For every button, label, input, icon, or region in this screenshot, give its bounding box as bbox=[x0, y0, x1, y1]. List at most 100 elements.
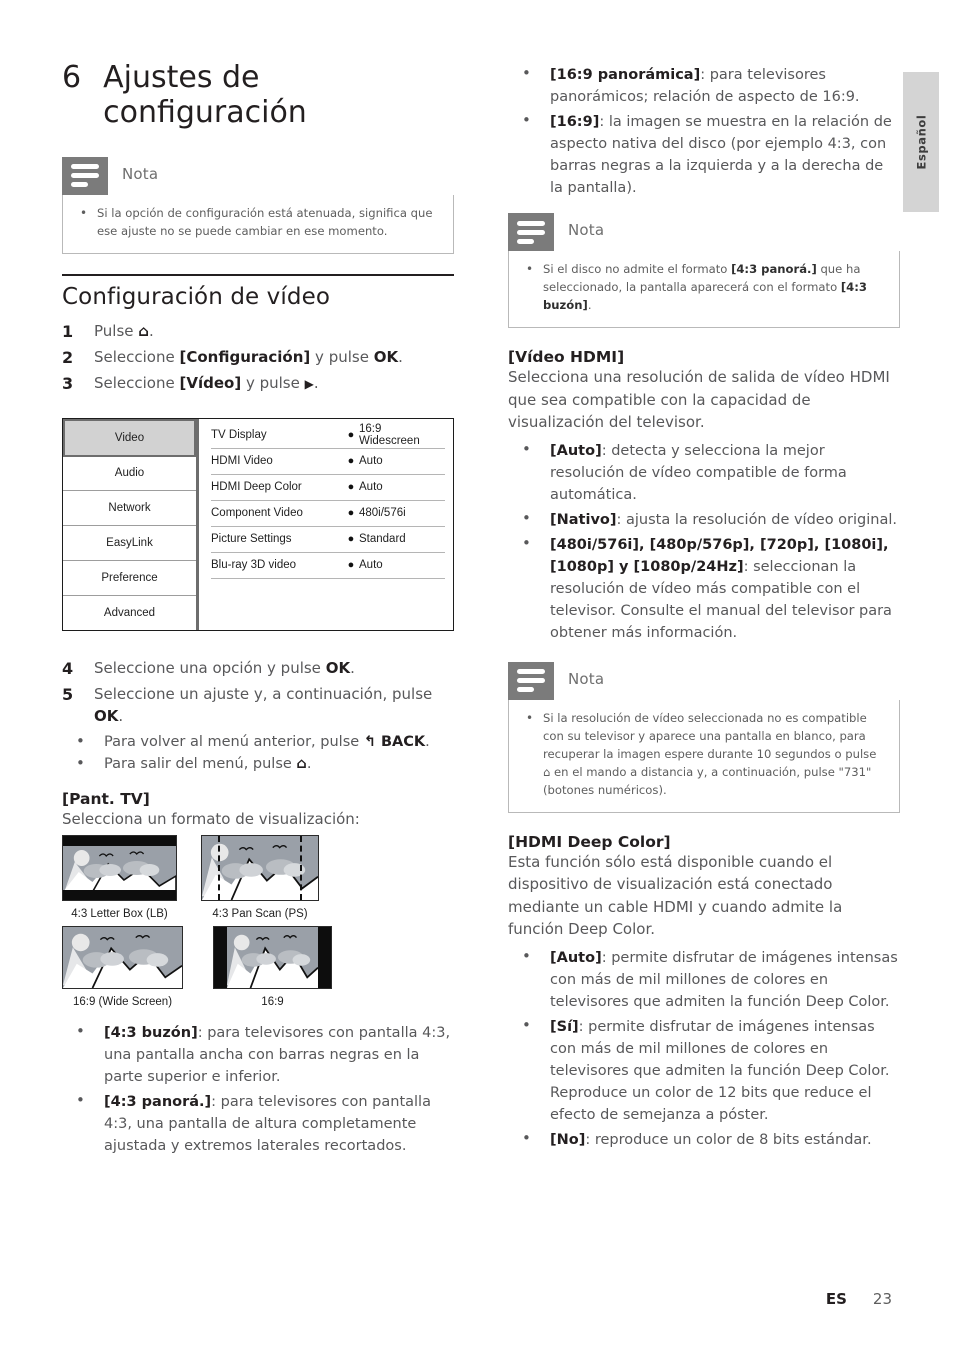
menu-row-tv-display[interactable]: TV Display ● 16:9 Widescreen bbox=[211, 423, 445, 449]
menu-sidebar-item-advanced[interactable]: Advanced bbox=[63, 595, 196, 630]
figure-caption: 16:9 (Wide Screen) bbox=[72, 995, 173, 1008]
step-text-bold: [Vídeo] bbox=[179, 373, 242, 392]
step-text-pre: Pulse bbox=[94, 321, 139, 340]
hdmi-deep-color-intro: Esta función sólo está disponible cuando… bbox=[508, 852, 843, 939]
device-menu-screenshot: Video Audio Network EasyLink Preference … bbox=[62, 417, 454, 631]
bullet-term: [4:3 buzón] bbox=[104, 1024, 198, 1041]
step-4: 4 Seleccione una opción y pulse OK. bbox=[62, 657, 454, 681]
bullet-hdmi-auto: [Auto]: detecta y selecciona la mejor re… bbox=[508, 438, 900, 506]
left-column: 6 Ajustes de configuración Nota Si la op… bbox=[62, 60, 454, 1160]
note-box-3: Nota Si la resolución de vídeo seleccion… bbox=[508, 661, 900, 813]
substep-text-pre: Para salir del menú, pulse bbox=[104, 756, 297, 773]
crop-line-left bbox=[218, 835, 220, 900]
note-box-2: Nota Si el disco no admite el formato [4… bbox=[508, 213, 900, 329]
right-column: [16:9 panorámica]: para televisores pano… bbox=[508, 60, 900, 1154]
substep-back: Para volver al menú anterior, pulse ↰ BA… bbox=[62, 730, 454, 754]
note-item: Si la resolución de vídeo seleccionada n… bbox=[523, 709, 885, 800]
chapter-number: 6 bbox=[62, 60, 82, 95]
note-icon bbox=[508, 213, 554, 252]
note-header: Nota bbox=[508, 661, 900, 700]
note-header: Nota bbox=[62, 156, 454, 195]
tv-display-bullets-right: [16:9 panorámica]: para televisores pano… bbox=[508, 62, 900, 199]
menu-row-component-video[interactable]: Component Video ● 480i/576i bbox=[211, 501, 445, 527]
menu-sidebar-item-network[interactable]: Network bbox=[63, 491, 196, 527]
figure-caption: 4:3 Letter Box (LB) bbox=[71, 907, 168, 920]
step-text-pre: Seleccione un ajuste y, a continuación, … bbox=[94, 684, 433, 703]
note-label: Nota bbox=[122, 164, 159, 183]
menu-row-picture-settings[interactable]: Picture Settings ● Standard bbox=[211, 527, 445, 553]
menu-sidebar-item-preference[interactable]: Preference bbox=[63, 561, 196, 596]
figure-pillarbox: 16:9 bbox=[213, 925, 332, 1008]
chapter-title: Ajustes de configuración bbox=[103, 60, 307, 131]
step-2: 2 Seleccione [Configuración] y pulse OK. bbox=[62, 346, 454, 370]
section-heading-video: Configuración de vídeo bbox=[62, 283, 331, 310]
tv-display-bullets-left: [4:3 buzón]: para televisores con pantal… bbox=[62, 1020, 454, 1157]
note-box-1: Nota Si la opción de configuración está … bbox=[62, 156, 454, 254]
steps-list-2: 4 Seleccione una opción y pulse OK. 5 Se… bbox=[62, 657, 454, 728]
footer-locale: ES bbox=[825, 1290, 847, 1308]
step-text-bold: [Configuración] bbox=[179, 347, 311, 366]
step-text-bold: OK bbox=[94, 707, 119, 726]
step-number: 5 bbox=[62, 684, 74, 704]
menu-row-label: HDMI Video bbox=[211, 455, 273, 468]
step-text: Seleccione una opción y pulse OK. bbox=[94, 657, 454, 681]
chapter-heading: 6 Ajustes de configuración bbox=[62, 60, 454, 131]
bullet-term: [No] bbox=[550, 1131, 586, 1148]
step-number: 1 bbox=[62, 321, 74, 341]
hdmi-video-intro: Selecciona una resolución de salida de v… bbox=[508, 368, 890, 432]
menu-row-value: 480i/576i bbox=[359, 507, 406, 520]
bullet-deep-si: [Sí]: permite disfrutar de imágenes inte… bbox=[508, 1014, 900, 1126]
figure-widescreen-image bbox=[62, 925, 183, 989]
note-label: Nota bbox=[568, 669, 605, 688]
figure-row-2: 16:9 (Wide Screen) 16:9 bbox=[62, 925, 454, 1008]
menu-row-label: TV Display bbox=[211, 429, 267, 442]
substep-text-bold: BACK bbox=[380, 733, 426, 750]
figure-caption: 4:3 Pan Scan (PS) bbox=[212, 907, 308, 920]
step-text-post: . bbox=[149, 321, 154, 340]
play-right-icon: ▶ bbox=[304, 376, 314, 391]
bullet-text: : ajusta la resolución de vídeo original… bbox=[616, 511, 898, 528]
language-tab-label: Español bbox=[914, 114, 928, 170]
hdmi-deep-color-bullets: [Auto]: permite disfrutar de imágenes in… bbox=[508, 945, 900, 1151]
note-body: Si la resolución de vídeo seleccionada n… bbox=[508, 699, 900, 813]
menu-row-value: Standard bbox=[359, 533, 406, 546]
bullet-hdmi-resolutions: [480i/576i], [480p/576p], [720p], [1080i… bbox=[508, 532, 900, 644]
menu-row-value: Auto bbox=[359, 455, 383, 468]
menu-row-hdmi-deep-color[interactable]: HDMI Deep Color ● Auto bbox=[211, 475, 445, 501]
menu-sidebar-item-audio[interactable]: Audio bbox=[63, 456, 196, 492]
manual-page: 6 Ajustes de configuración Nota Si la op… bbox=[0, 0, 954, 1350]
step-text-pre: Seleccione bbox=[94, 373, 180, 392]
bullet-text: : reproduce un color de 8 bits estándar. bbox=[585, 1131, 872, 1148]
note-header: Nota bbox=[508, 213, 900, 252]
bullet-16-9: [16:9]: la imagen se muestra en la relac… bbox=[508, 109, 900, 199]
note-item: Si la opción de configuración está atenu… bbox=[77, 204, 439, 241]
subheading-hdmi-deep-color: [HDMI Deep Color] bbox=[508, 832, 671, 851]
bullet-term: [4:3 panorá.] bbox=[104, 1093, 212, 1110]
hdmi-video-bullets: [Auto]: detecta y selecciona la mejor re… bbox=[508, 438, 900, 644]
step-5: 5 Seleccione un ajuste y, a continuación… bbox=[62, 683, 454, 728]
bullet-deep-no: [No]: reproduce un color de 8 bits están… bbox=[508, 1127, 900, 1151]
bullet-hdmi-native: [Nativo]: ajusta la resolución de vídeo … bbox=[508, 507, 900, 531]
bullet-deep-auto: [Auto]: permite disfrutar de imágenes in… bbox=[508, 945, 900, 1013]
radio-selected-icon: ● bbox=[347, 507, 355, 520]
menu-row-hdmi-video[interactable]: HDMI Video ● Auto bbox=[211, 449, 445, 475]
step-text-post: . bbox=[398, 347, 403, 366]
subheading-tv-display: [Pant. TV] bbox=[62, 790, 150, 809]
bullet-term: [Sí] bbox=[550, 1018, 579, 1035]
menu-row-value: Auto bbox=[359, 559, 383, 572]
step-text-mid: y pulse bbox=[241, 373, 305, 392]
menu-sidebar-item-easylink[interactable]: EasyLink bbox=[63, 526, 196, 562]
menu-sidebar-item-video[interactable]: Video bbox=[63, 418, 196, 457]
note-term-1: [4:3 panorá.] bbox=[731, 262, 817, 277]
menu-row-label: Component Video bbox=[211, 507, 303, 520]
menu-row-bluray-3d-video[interactable]: Blu-ray 3D video ● Auto bbox=[211, 553, 445, 579]
step-text-pre: Seleccione una opción y pulse bbox=[94, 658, 326, 677]
menu-sidebar: Video Audio Network EasyLink Preference … bbox=[63, 418, 199, 630]
tv-display-intro: Selecciona un formato de visualización: bbox=[62, 810, 360, 829]
menu-settings-list: TV Display ● 16:9 Widescreen HDMI Video … bbox=[199, 419, 453, 630]
step-1: 1 Pulse ⌂. bbox=[62, 320, 454, 344]
figure-letterbox: 4:3 Letter Box (LB) bbox=[62, 834, 177, 920]
crop-line-right bbox=[300, 835, 302, 900]
step-number: 3 bbox=[62, 373, 74, 393]
radio-selected-icon: ● bbox=[347, 533, 355, 546]
